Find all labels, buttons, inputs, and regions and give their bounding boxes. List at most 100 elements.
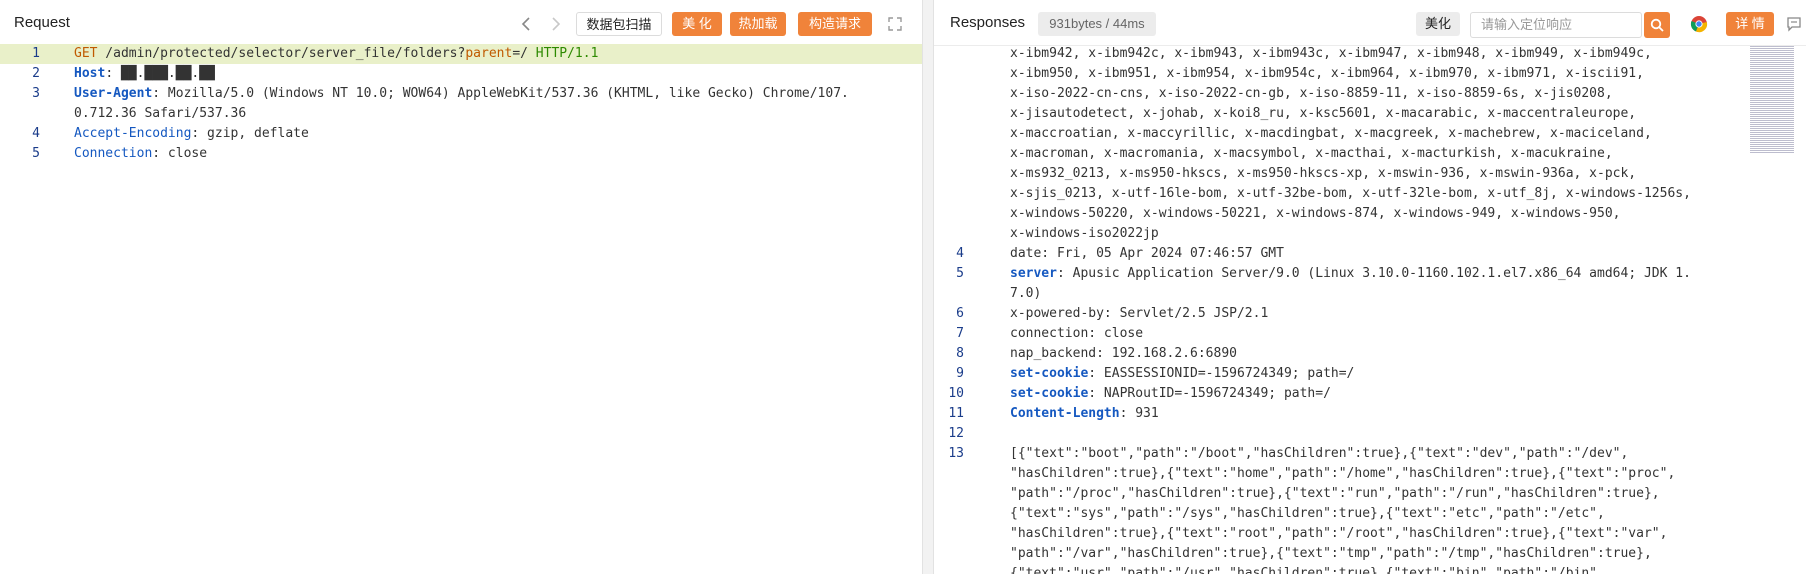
code-token: HTTP/1.1 <box>535 46 599 61</box>
code-token: x-maccroatian, x-maccyrillic, x-macdingb… <box>1010 126 1652 141</box>
code-token: server <box>1010 266 1057 281</box>
code-token: Connection <box>74 146 153 161</box>
code-line: x-iso-2022-cn-cns, x-iso-2022-cn-gb, x-i… <box>1010 84 1613 104</box>
code-line: "path":"/var","hasChildren":true},{"text… <box>1010 544 1652 564</box>
code-line: x-windows-iso2022jp <box>1010 224 1159 244</box>
code-line: x-maccroatian, x-maccyrillic, x-macdingb… <box>1010 124 1652 144</box>
back-arrow-icon[interactable] <box>520 16 532 32</box>
line-number: 2 <box>32 66 40 81</box>
request-beautify-button[interactable]: 美 化 <box>672 12 722 36</box>
code-line: x-powered-by: Servlet/2.5 JSP/2.1 <box>1010 304 1268 324</box>
code-token: "hasChildren":true},{"text":"root","path… <box>1010 526 1668 541</box>
code-line: set-cookie: NAPRoutID=-1596724349; path=… <box>1010 384 1331 404</box>
code-line: x-windows-50220, x-windows-50221, x-wind… <box>1010 204 1620 224</box>
code-token: x-powered-by: Servlet/2.5 JSP/2.1 <box>1010 306 1269 321</box>
code-token: : EASSESSIONID=-1596724349; path=/ <box>1088 366 1355 381</box>
code-token: [{"text":"boot","path":"/boot","hasChild… <box>1010 446 1629 461</box>
code-line: 0.712.36 Safari/537.36 <box>74 104 246 124</box>
search-button[interactable] <box>1644 12 1670 38</box>
code-token: : close <box>152 146 208 161</box>
line-number: 4 <box>32 126 40 141</box>
code-token: x-sjis_0213, x-utf-16le-bom, x-utf-32be-… <box>1010 186 1691 201</box>
code-token: : Apusic Application Server/9.0 (Linux 3… <box>1056 266 1691 281</box>
code-token: "path":"/proc","hasChildren":true},{"tex… <box>1010 486 1660 501</box>
code-line: {"text":"sys","path":"/sys","hasChildren… <box>1010 504 1605 524</box>
request-title: Request <box>14 14 70 31</box>
code-token: x-ibm950, x-ibm951, x-ibm954, x-ibm954c,… <box>1010 66 1644 81</box>
code-line: x-ibm950, x-ibm951, x-ibm954, x-ibm954c,… <box>1010 64 1644 84</box>
code-token: : 931 <box>1119 406 1159 421</box>
code-token: x-ms932_0213, x-ms950-hkscs, x-ms950-hks… <box>1010 166 1637 181</box>
comment-icon[interactable] <box>1786 16 1802 32</box>
code-line: x-sjis_0213, x-utf-16le-bom, x-utf-32be-… <box>1010 184 1691 204</box>
line-number: 4 <box>956 246 964 261</box>
code-token: : NAPRoutID=-1596724349; path=/ <box>1088 386 1331 401</box>
code-token: {"text":"sys","path":"/sys","hasChildren… <box>1010 506 1605 521</box>
code-token: set-cookie <box>1010 366 1089 381</box>
line-number: 13 <box>948 446 964 461</box>
code-line: Connection: close <box>74 144 207 164</box>
response-search-input[interactable]: 请输入定位响应 <box>1470 12 1642 38</box>
code-token: x-macroman, x-macromania, x-macsymbol, x… <box>1010 146 1613 161</box>
code-token: : gzip, deflate <box>191 126 309 141</box>
response-beautify-button[interactable]: 美化 <box>1416 12 1460 36</box>
response-title: Responses <box>950 14 1026 31</box>
line-number: 11 <box>948 406 964 421</box>
code-token: /admin/protected/selector/server_file/fo… <box>97 46 466 61</box>
code-line: Accept-Encoding: gzip, deflate <box>74 124 309 144</box>
code-line: Host: ██.███.██.██ <box>74 64 215 84</box>
response-header: Responses 931bytes / 44ms 美化 请输入定位响应 详 情 <box>934 0 1806 46</box>
code-token: x-jisautodetect, x-johab, x-koi8_ru, x-k… <box>1010 106 1637 121</box>
code-line: [{"text":"boot","path":"/boot","hasChild… <box>1010 444 1628 464</box>
code-token: Content-Length <box>1010 406 1120 421</box>
code-line: Content-Length: 931 <box>1010 404 1159 424</box>
request-header: Request 数据包扫描 美 化 热加载 构造请求 <box>0 0 922 46</box>
code-line: User-Agent: Mozilla/5.0 (Windows NT 10.0… <box>74 84 849 104</box>
forward-arrow-icon[interactable] <box>550 16 562 32</box>
code-token: {"text":"usr","path":"/usr","hasChildren… <box>1010 566 1605 574</box>
code-line: set-cookie: EASSESSIONID=-1596724349; pa… <box>1010 364 1354 384</box>
code-token: =/ <box>512 46 536 61</box>
code-token: : Mozilla/5.0 (Windows NT 10.0; WOW64) A… <box>152 86 849 101</box>
code-token: "path":"/var","hasChildren":true},{"text… <box>1010 546 1652 561</box>
line-number: 10 <box>948 386 964 401</box>
pane-splitter[interactable] <box>922 0 934 574</box>
response-minimap[interactable] <box>1750 46 1794 154</box>
code-token: User-Agent <box>74 86 153 101</box>
fullscreen-icon[interactable] <box>888 17 902 31</box>
search-icon <box>1650 18 1664 32</box>
code-line: x-ibm942, x-ibm942c, x-ibm943, x-ibm943c… <box>1010 44 1652 64</box>
code-token: x-windows-50220, x-windows-50221, x-wind… <box>1010 206 1621 221</box>
line-number: 5 <box>956 266 964 281</box>
chrome-icon[interactable] <box>1690 15 1708 33</box>
line-number: 7 <box>956 326 964 341</box>
code-line: "hasChildren":true},{"text":"root","path… <box>1010 524 1667 544</box>
code-token: connection: close <box>1010 326 1144 341</box>
code-line: connection: close <box>1010 324 1143 344</box>
code-line: x-jisautodetect, x-johab, x-koi8_ru, x-k… <box>1010 104 1636 124</box>
code-line: date: Fri, 05 Apr 2024 07:46:57 GMT <box>1010 244 1284 264</box>
line-number: 1 <box>32 46 40 61</box>
code-token: x-ibm942, x-ibm942c, x-ibm943, x-ibm943c… <box>1010 46 1652 61</box>
details-button[interactable]: 详 情 <box>1726 12 1774 36</box>
code-line: x-ms932_0213, x-ms950-hkscs, x-ms950-hks… <box>1010 164 1636 184</box>
line-number: 9 <box>956 366 964 381</box>
code-token: : ██.███.██.██ <box>105 66 215 81</box>
code-token: 7.0) <box>1010 286 1042 301</box>
code-token: parent <box>465 46 513 61</box>
code-token: Accept-Encoding <box>74 126 192 141</box>
code-token: set-cookie <box>1010 386 1089 401</box>
code-line: GET /admin/protected/selector/server_fil… <box>74 44 598 64</box>
code-line: "hasChildren":true},{"text":"home","path… <box>1010 464 1675 484</box>
line-number: 6 <box>956 306 964 321</box>
code-line: server: Apusic Application Server/9.0 (L… <box>1010 264 1691 284</box>
code-token: "hasChildren":true},{"text":"home","path… <box>1010 466 1676 481</box>
response-size-badge: 931bytes / 44ms <box>1038 12 1156 36</box>
build-request-button[interactable]: 构造请求 <box>798 12 872 36</box>
line-number: 3 <box>32 86 40 101</box>
code-line: {"text":"usr","path":"/usr","hasChildren… <box>1010 564 1605 574</box>
code-line: 7.0) <box>1010 284 1041 304</box>
hot-load-button[interactable]: 热加载 <box>730 12 786 36</box>
code-token: Host <box>74 66 106 81</box>
packet-scan-button[interactable]: 数据包扫描 <box>576 12 662 36</box>
